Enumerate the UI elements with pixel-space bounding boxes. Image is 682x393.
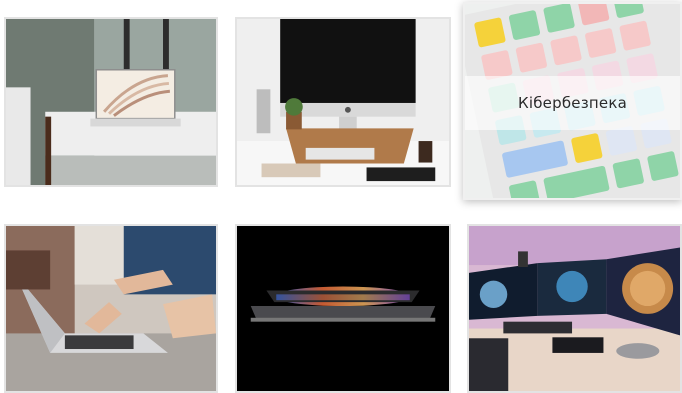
gallery-tile-gaming-setup[interactable] — [467, 224, 682, 393]
tile-hover-overlay[interactable]: Кібербезпека — [465, 76, 680, 130]
gaming-setup-photo — [469, 226, 680, 391]
gallery-tile-team-laptop[interactable] — [4, 224, 218, 393]
image-gallery: Кібербезпека — [0, 0, 682, 393]
glowing-laptop-photo — [237, 226, 449, 391]
gallery-tile-laptop-bench[interactable] — [4, 17, 218, 187]
gallery-tile-cybersecurity[interactable]: Кібербезпека — [463, 2, 682, 200]
team-laptop-photo — [6, 226, 216, 391]
laptop-on-bench-photo — [6, 19, 216, 185]
gallery-tile-imac-desk[interactable] — [235, 17, 451, 187]
imac-desk-photo — [237, 19, 449, 185]
tile-category-label: Кібербезпека — [518, 94, 627, 112]
gallery-tile-glowing-laptop[interactable] — [235, 224, 451, 393]
